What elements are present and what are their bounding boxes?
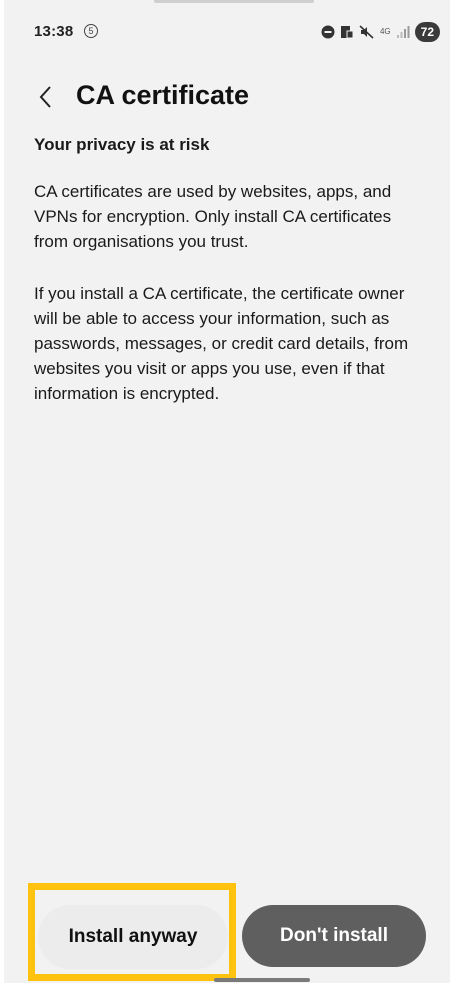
status-notification-icon: 5 — [84, 24, 98, 38]
top-handle — [154, 0, 314, 3]
do-not-disturb-icon — [321, 25, 335, 39]
app-notification-icon — [340, 26, 354, 39]
install-anyway-button[interactable]: Install anyway — [38, 905, 228, 969]
status-bar: 13:38 5 4G 72 — [4, 18, 450, 46]
chevron-left-icon — [39, 86, 51, 108]
navigation-handle[interactable] — [214, 978, 310, 982]
status-time: 13:38 — [34, 23, 74, 40]
warning-paragraph-1: CA certificates are used by websites, ap… — [34, 182, 392, 251]
dont-install-button[interactable]: Don't install — [242, 905, 426, 967]
signal-icon — [396, 26, 410, 38]
warning-paragraph-2: If you install a CA certificate, the cer… — [34, 284, 409, 403]
mute-icon — [359, 25, 374, 39]
status-icons: 4G 72 — [321, 22, 440, 42]
warning-content: Your privacy is at risk CA certificates … — [34, 135, 429, 433]
back-button[interactable] — [32, 80, 62, 114]
battery-icon: 72 — [414, 22, 440, 42]
privacy-warning-heading: Your privacy is at risk — [34, 135, 210, 154]
header: CA certificate — [4, 78, 450, 118]
screen: 13:38 5 4G 72 CA certificate Your privac… — [4, 0, 450, 983]
network-type: 4G — [379, 27, 391, 36]
page-title: CA certificate — [76, 80, 250, 110]
